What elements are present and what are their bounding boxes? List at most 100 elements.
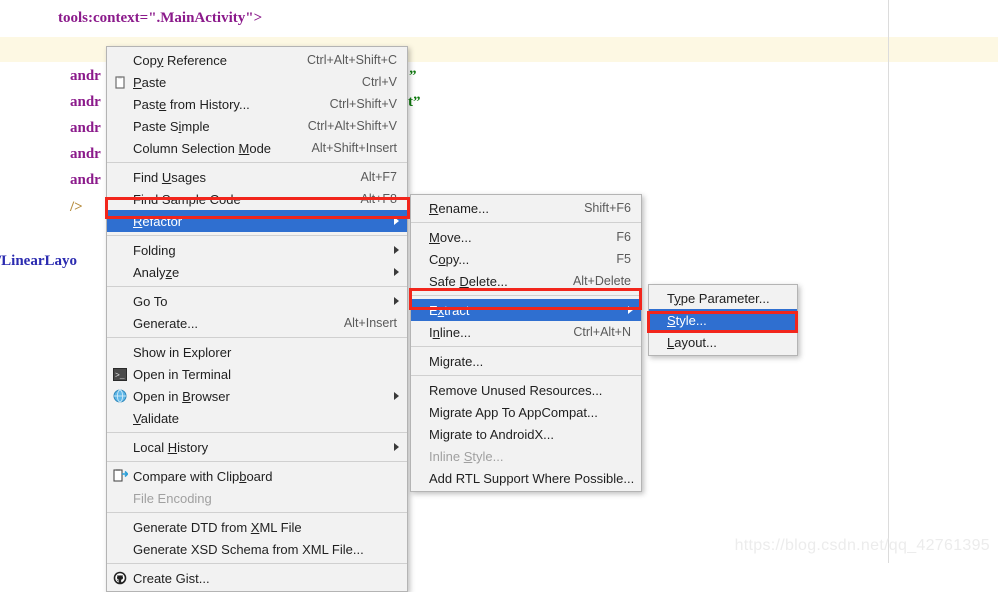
menu-item-label: Safe Delete...: [429, 274, 508, 289]
menu-item-go-to[interactable]: Go To: [107, 290, 407, 312]
menu-separator: [411, 222, 641, 223]
menu-item-remove-unused-resources[interactable]: Remove Unused Resources...: [411, 379, 641, 401]
menu-item-file-encoding: File Encoding: [107, 487, 407, 509]
menu-item-shortcut: Ctrl+Alt+Shift+C: [281, 53, 407, 67]
no-icon: [112, 140, 128, 156]
menu-separator: [107, 461, 407, 462]
menu-separator: [107, 286, 407, 287]
menu-item-folding[interactable]: Folding: [107, 239, 407, 261]
menu-item-paste-simple[interactable]: Paste SimpleCtrl+Alt+Shift+V: [107, 115, 407, 137]
menu-item-open-in-terminal[interactable]: >_ Open in Terminal: [107, 363, 407, 385]
editor-context-menu[interactable]: Copy ReferenceCtrl+Alt+Shift+C Paste Ctrl+…: [106, 46, 408, 592]
chevron-right-icon: [628, 306, 633, 314]
code-fragment-text: t”: [408, 94, 421, 111]
no-icon: [112, 490, 128, 506]
menu-item-label: Type Parameter...: [667, 291, 770, 306]
menu-item-extract[interactable]: Extract: [411, 299, 641, 321]
menu-item-shortcut: Alt+F7: [335, 170, 407, 184]
code-line-4: andr: [70, 120, 101, 137]
menu-item-move[interactable]: Move...F6: [411, 226, 641, 248]
no-icon: [112, 264, 128, 280]
menu-separator: [411, 375, 641, 376]
menu-item-label: Local History: [133, 440, 208, 455]
no-icon: [112, 439, 128, 455]
menu-item-show-in-explorer[interactable]: Show in Explorer: [107, 341, 407, 363]
menu-item-local-history[interactable]: Local History: [107, 436, 407, 458]
right-margin-guide: [888, 0, 889, 563]
menu-item-refactor[interactable]: Refactor: [107, 210, 407, 232]
menu-item-label: Open in Browser: [133, 389, 230, 404]
menu-item-migrate-to-androidx[interactable]: Migrate to AndroidX...: [411, 423, 641, 445]
no-icon: [112, 315, 128, 331]
menu-separator: [107, 512, 407, 513]
no-icon: [112, 344, 128, 360]
menu-item-label: Migrate...: [429, 354, 483, 369]
menu-item-find-sample-code[interactable]: Find Sample Code Alt+F8: [107, 188, 407, 210]
code-fragment-quote: ”: [409, 68, 417, 85]
menu-item-create-gist[interactable]: Create Gist...: [107, 567, 407, 589]
menu-item-label: Migrate App To AppCompat...: [429, 405, 598, 420]
menu-item-paste[interactable]: Paste Ctrl+V: [107, 71, 407, 93]
menu-item-paste-from-history[interactable]: Paste from History...Ctrl+Shift+V: [107, 93, 407, 115]
menu-item-validate[interactable]: Validate: [107, 407, 407, 429]
menu-item-copy[interactable]: Copy...F5: [411, 248, 641, 270]
menu-item-layout[interactable]: Layout...: [649, 331, 797, 353]
menu-item-label: Inline...: [429, 325, 471, 340]
menu-item-label: Go To: [133, 294, 167, 309]
menu-item-label: Paste: [133, 75, 166, 90]
svg-text:>_: >_: [115, 371, 125, 380]
menu-item-shortcut: F5: [590, 252, 641, 266]
menu-separator: [411, 346, 641, 347]
code-line-2: andr: [70, 68, 101, 85]
menu-item-label: Remove Unused Resources...: [429, 383, 602, 398]
menu-item-label: Column Selection Mode: [133, 141, 271, 156]
menu-item-find-usages[interactable]: Find UsagesAlt+F7: [107, 166, 407, 188]
menu-item-add-rtl-support-where-possible[interactable]: Add RTL Support Where Possible...: [411, 467, 641, 489]
menu-item-shortcut: Ctrl+Alt+Shift+V: [282, 119, 407, 133]
chevron-right-icon: [394, 392, 399, 400]
refactor-submenu[interactable]: Rename...Shift+F6Move...F6Copy...F5Safe …: [410, 194, 642, 492]
no-icon: [112, 191, 128, 207]
menu-separator: [107, 563, 407, 564]
extract-submenu[interactable]: Type Parameter... Style... Layout...: [648, 284, 798, 356]
globe-icon: [112, 388, 128, 404]
menu-item-label: Find Sample Code: [133, 192, 241, 207]
menu-item-compare-with-clipboard[interactable]: Compare with Clipboard: [107, 465, 407, 487]
menu-item-copy-reference[interactable]: Copy ReferenceCtrl+Alt+Shift+C: [107, 49, 407, 71]
menu-item-shortcut: Alt+F8: [335, 192, 407, 206]
menu-item-label: Move...: [429, 230, 472, 245]
menu-item-migrate-app-to-appcompat[interactable]: Migrate App To AppCompat...: [411, 401, 641, 423]
menu-item-open-in-browser[interactable]: Open in Browser: [107, 385, 407, 407]
menu-item-safe-delete[interactable]: Safe Delete...Alt+Delete: [411, 270, 641, 292]
menu-item-generate-xsd-schema-from-xml-file[interactable]: Generate XSD Schema from XML File...: [107, 538, 407, 560]
menu-item-label: Style...: [667, 313, 707, 328]
menu-item-label: Refactor: [133, 214, 182, 229]
menu-item-style[interactable]: Style...: [649, 309, 797, 331]
menu-item-label: Rename...: [429, 201, 489, 216]
menu-item-migrate[interactable]: Migrate...: [411, 350, 641, 372]
clipboard-icon: [112, 74, 128, 90]
chevron-right-icon: [394, 443, 399, 451]
menu-item-type-parameter[interactable]: Type Parameter...: [649, 287, 797, 309]
menu-item-shortcut: Ctrl+V: [336, 75, 407, 89]
menu-item-generate[interactable]: Generate...Alt+Insert: [107, 312, 407, 334]
watermark: https://blog.csdn.net/qq_42761395: [735, 537, 990, 555]
menu-item-label: Inline Style...: [429, 449, 503, 464]
no-icon: [112, 213, 128, 229]
code-line-0: tools:context=".MainActivity">: [43, 0, 262, 44]
no-icon: [112, 169, 128, 185]
menu-item-generate-dtd-from-xml-file[interactable]: Generate DTD from XML File: [107, 516, 407, 538]
compare-icon: [112, 468, 128, 484]
menu-separator: [107, 337, 407, 338]
menu-item-analyze[interactable]: Analyze: [107, 261, 407, 283]
menu-item-label: Open in Terminal: [133, 367, 231, 382]
github-icon: [112, 570, 128, 586]
menu-item-shortcut: Alt+Insert: [318, 316, 407, 330]
menu-item-label: Add RTL Support Where Possible...: [429, 471, 634, 486]
menu-item-inline[interactable]: Inline... Ctrl+Alt+N: [411, 321, 641, 343]
chevron-right-icon: [394, 217, 399, 225]
menu-item-shortcut: Ctrl+Alt+N: [547, 325, 641, 339]
menu-item-shortcut: Alt+Shift+Insert: [286, 141, 407, 155]
menu-item-column-selection-mode[interactable]: Column Selection Mode Alt+Shift+Insert: [107, 137, 407, 159]
menu-item-rename[interactable]: Rename...Shift+F6: [411, 197, 641, 219]
